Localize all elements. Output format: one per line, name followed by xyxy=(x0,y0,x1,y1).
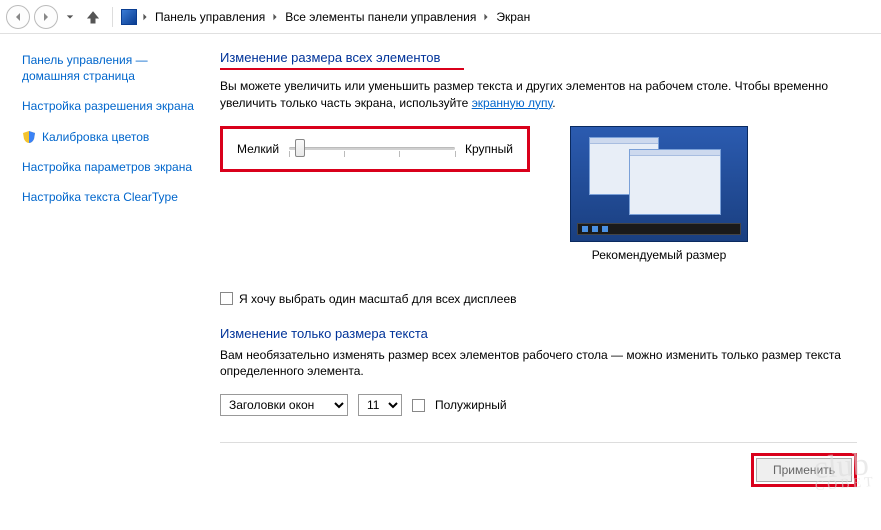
apply-button-highlight: Применить xyxy=(751,453,857,487)
bold-label: Полужирный xyxy=(435,398,507,412)
sidebar-link-display-settings[interactable]: Настройка параметров экрана xyxy=(22,159,196,175)
heading-resize-all: Изменение размера всех элементов xyxy=(220,50,464,70)
sidebar-link-resolution[interactable]: Настройка разрешения экрана xyxy=(22,98,196,114)
sidebar-link-cleartype[interactable]: Настройка текста ClearType xyxy=(22,189,196,205)
chevron-right-icon xyxy=(271,10,279,24)
sidebar-link-calibration[interactable]: Калибровка цветов xyxy=(42,129,149,145)
sidebar-home-link[interactable]: Панель управления — домашняя страница xyxy=(22,52,196,84)
control-panel-icon xyxy=(121,9,137,25)
preview-caption: Рекомендуемый размер xyxy=(570,248,748,262)
text-size-select[interactable]: 11 xyxy=(358,394,402,416)
breadcrumb-segment[interactable]: Панель управления xyxy=(151,8,269,26)
chevron-down-icon xyxy=(66,13,74,21)
arrow-right-icon xyxy=(41,12,51,22)
desc-text-end: . xyxy=(552,96,555,110)
up-button[interactable] xyxy=(82,6,104,28)
separator xyxy=(112,7,113,27)
footer: Применить xyxy=(220,442,857,487)
history-dropdown[interactable] xyxy=(62,13,78,21)
forward-button[interactable] xyxy=(34,5,58,29)
arrow-left-icon xyxy=(13,12,23,22)
arrow-up-icon xyxy=(86,10,100,24)
sidebar-home-line1: Панель управления — xyxy=(22,53,148,67)
single-scale-checkbox[interactable] xyxy=(220,292,233,305)
back-button[interactable] xyxy=(6,5,30,29)
breadcrumb: Панель управления Все элементы панели уп… xyxy=(121,8,534,26)
slider-thumb[interactable] xyxy=(295,139,305,157)
breadcrumb-segment[interactable]: Экран xyxy=(492,8,534,26)
content: Изменение размера всех элементов Вы може… xyxy=(206,34,881,530)
heading-text-only: Изменение только размера текста xyxy=(220,326,857,341)
display-preview xyxy=(570,126,748,242)
magnifier-link[interactable]: экранную лупу xyxy=(472,96,553,110)
sidebar: Панель управления — домашняя страница На… xyxy=(0,34,206,530)
chevron-right-icon xyxy=(482,10,490,24)
description-text-only: Вам необязательно изменять размер всех э… xyxy=(220,347,857,381)
slider-min-label: Мелкий xyxy=(237,142,279,156)
toolbar: Панель управления Все элементы панели уп… xyxy=(0,0,881,34)
chevron-right-icon xyxy=(141,10,149,24)
apply-button[interactable]: Применить xyxy=(756,458,852,482)
size-slider-highlight: Мелкий Крупный xyxy=(220,126,530,172)
bold-checkbox[interactable] xyxy=(412,399,425,412)
sidebar-home-line2: домашняя страница xyxy=(22,69,135,83)
description: Вы можете увеличить или уменьшить размер… xyxy=(220,78,857,112)
breadcrumb-segment[interactable]: Все элементы панели управления xyxy=(281,8,480,26)
size-slider[interactable] xyxy=(289,139,455,159)
slider-max-label: Крупный xyxy=(465,142,513,156)
text-element-select[interactable]: Заголовки окон xyxy=(220,394,348,416)
single-scale-label: Я хочу выбрать один масштаб для всех дис… xyxy=(239,292,517,306)
shield-icon xyxy=(22,130,36,144)
